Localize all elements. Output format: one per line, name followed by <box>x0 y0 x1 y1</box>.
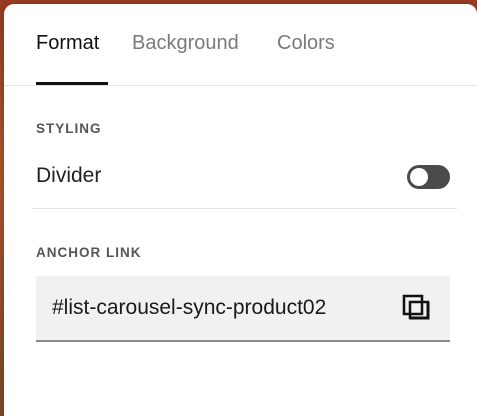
divider-label: Divider <box>36 164 102 187</box>
tab-background[interactable]: Background <box>132 32 239 55</box>
copy-icon[interactable] <box>400 292 434 326</box>
divider-toggle[interactable] <box>407 165 450 189</box>
toggle-knob <box>410 168 428 186</box>
anchor-link-value[interactable]: #list-carousel-sync-product02 <box>52 296 326 320</box>
tab-colors[interactable]: Colors <box>277 32 335 55</box>
active-tab-indicator <box>36 82 108 85</box>
anchor-link-field[interactable]: #list-carousel-sync-product02 <box>36 276 450 342</box>
format-panel: Format Background Colors STYLING Divider… <box>4 4 477 416</box>
tab-format[interactable]: Format <box>36 32 99 55</box>
styling-section-label: STYLING <box>36 121 102 136</box>
anchor-link-section-label: ANCHOR LINK <box>36 245 142 260</box>
tab-bar: Format Background Colors <box>4 4 477 86</box>
section-divider <box>32 208 457 209</box>
